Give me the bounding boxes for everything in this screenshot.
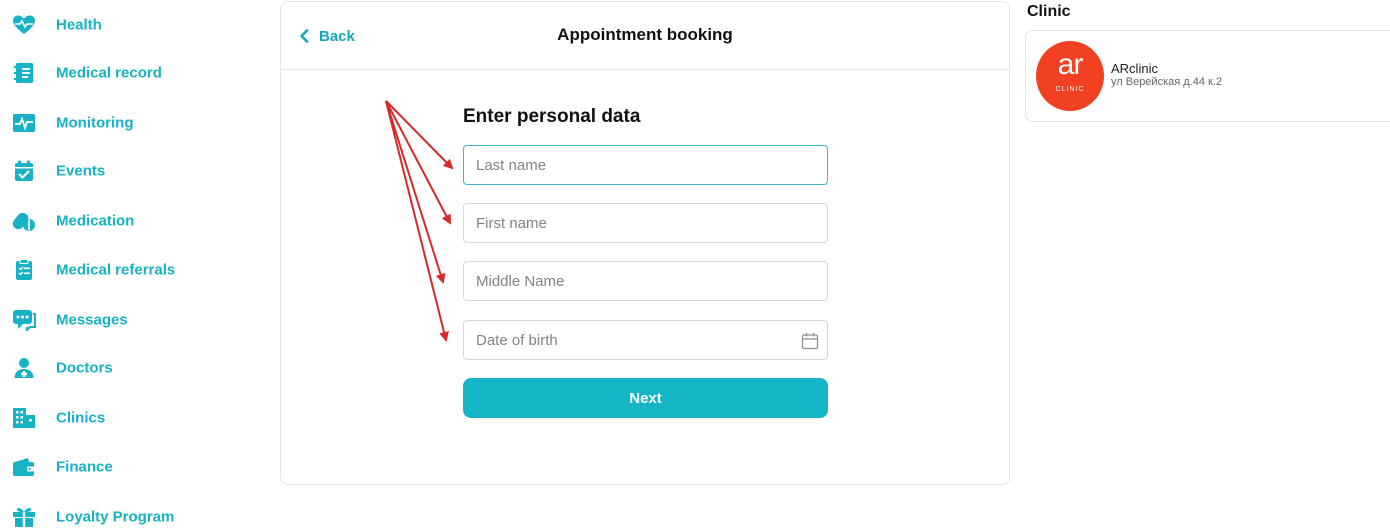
sidebar-item-label: Health <box>56 16 102 34</box>
date-of-birth-input[interactable] <box>464 321 827 359</box>
sidebar-item-label: Monitoring <box>56 114 134 132</box>
sidebar-item-medical-referrals[interactable]: Medical referrals <box>0 250 240 290</box>
clinic-card[interactable]: ar CLINIC ARclinic ул Верейская д.44 к.2 <box>1025 30 1390 122</box>
building-icon <box>11 406 37 430</box>
sidebar-item-label: Messages <box>56 311 128 329</box>
gift-icon <box>11 505 37 529</box>
sidebar: Health Medical record Monitoring Events … <box>0 0 250 530</box>
notebook-icon <box>11 61 37 85</box>
sidebar-item-label: Loyalty Program <box>56 508 175 526</box>
sidebar-item-label: Finance <box>56 458 113 476</box>
doctor-icon <box>11 356 37 380</box>
wallet-icon <box>11 455 37 479</box>
pills-icon <box>11 209 37 233</box>
sidebar-item-label: Medication <box>56 212 135 230</box>
clinic-address: ул Верейская д.44 к.2 <box>1111 76 1223 88</box>
sidebar-item-medication[interactable]: Medication <box>0 201 240 241</box>
app-page: Health Medical record Monitoring Events … <box>0 0 1390 530</box>
sidebar-item-label: Events <box>56 162 106 180</box>
last-name-input[interactable] <box>464 146 827 184</box>
sidebar-item-doctors[interactable]: Doctors <box>0 348 240 388</box>
page-title: Appointment booking <box>557 25 733 44</box>
sidebar-item-monitoring[interactable]: Monitoring <box>0 103 240 143</box>
date-of-birth-field <box>463 320 828 360</box>
calendar-check-icon <box>11 159 37 183</box>
sidebar-item-medical-record[interactable]: Medical record <box>0 53 240 93</box>
sidebar-item-health[interactable]: Health <box>0 5 240 45</box>
sidebar-item-label: Medical record <box>56 64 162 82</box>
monitor-pulse-icon <box>11 111 37 135</box>
sidebar-item-events[interactable]: Events <box>0 151 240 191</box>
sidebar-item-messages[interactable]: Messages <box>0 300 240 340</box>
calendar-icon[interactable] <box>801 332 819 350</box>
clinic-logo-subtext: CLINIC <box>1055 86 1085 93</box>
sidebar-item-finance[interactable]: Finance <box>0 447 240 487</box>
clinic-logo: ar CLINIC <box>1036 41 1104 111</box>
sidebar-item-label: Clinics <box>56 409 106 427</box>
first-name-field <box>463 203 828 243</box>
sidebar-item-loyalty-program[interactable]: Loyalty Program <box>0 497 240 530</box>
sidebar-item-label: Medical referrals <box>56 261 176 279</box>
clinic-heading: Clinic <box>1027 3 1071 20</box>
last-name-field <box>463 145 828 185</box>
next-button[interactable]: Next <box>463 378 828 418</box>
clinic-name: ARclinic <box>1111 61 1158 76</box>
heart-pulse-icon <box>11 13 37 37</box>
first-name-input[interactable] <box>464 204 827 242</box>
appointment-booking-card: Back Appointment booking Enter personal … <box>280 1 1010 485</box>
middle-name-field <box>463 261 828 301</box>
sidebar-item-clinics[interactable]: Clinics <box>0 398 240 438</box>
chat-bubble-icon <box>11 308 37 332</box>
clipboard-list-icon <box>11 258 37 282</box>
sidebar-item-label: Doctors <box>56 359 113 377</box>
middle-name-input[interactable] <box>464 262 827 300</box>
card-header: Back Appointment booking <box>281 2 1009 70</box>
clinic-logo-text: ar <box>1057 48 1084 81</box>
form-heading: Enter personal data <box>463 106 641 127</box>
